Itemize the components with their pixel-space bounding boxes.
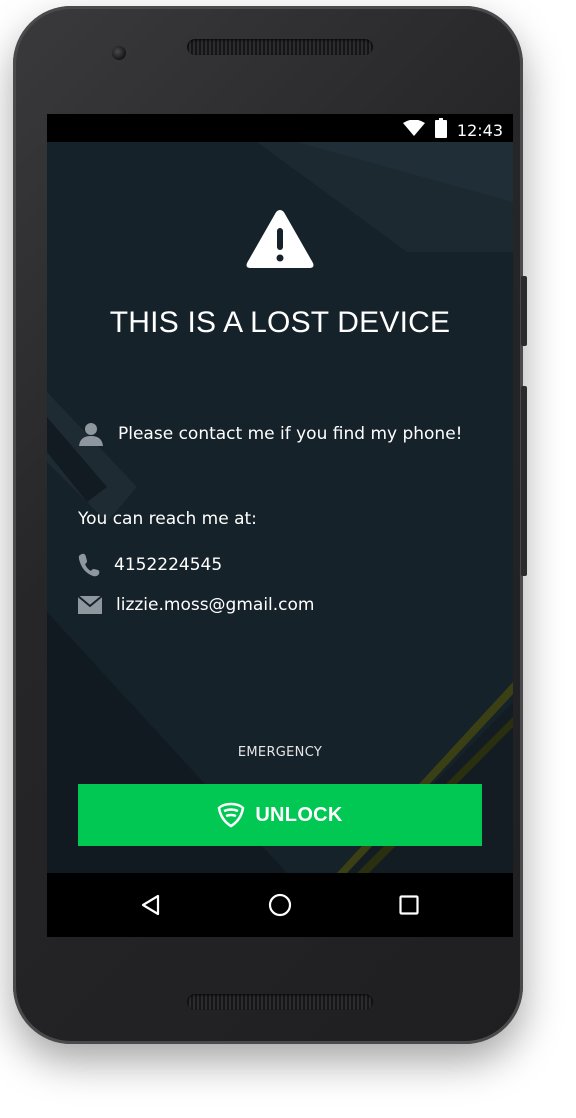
warning-icon <box>245 208 315 274</box>
battery-icon <box>434 118 447 142</box>
shield-icon <box>217 802 245 828</box>
phone-icon <box>78 553 100 577</box>
mail-icon <box>78 596 102 614</box>
unlock-label: UNLOCK <box>255 803 343 826</box>
contact-phone[interactable]: 4152224545 <box>78 553 222 577</box>
top-speaker-grille <box>187 39 373 55</box>
contact-phone-text: 4152224545 <box>114 555 223 575</box>
owner-message: Please contact me if you find my phone! <box>78 422 462 446</box>
wifi-icon <box>402 119 425 140</box>
lost-device-screen: THIS IS A LOST DEVICE Please contact me … <box>47 142 513 873</box>
contact-email[interactable]: lizzie.moss@gmail.com <box>78 595 314 615</box>
page-title: THIS IS A LOST DEVICE <box>109 306 451 339</box>
status-time: 12:43 <box>456 120 503 140</box>
emergency-button[interactable]: EMERGENCY <box>47 745 513 760</box>
status-bar: 12:43 <box>47 114 513 142</box>
bottom-speaker-grille <box>187 994 373 1010</box>
navigation-bar <box>47 873 513 937</box>
volume-button <box>521 386 527 576</box>
power-button <box>521 276 527 346</box>
unlock-button[interactable]: UNLOCK <box>78 784 482 846</box>
home-icon[interactable] <box>264 889 296 921</box>
back-icon[interactable] <box>135 889 167 921</box>
reach-label: You can reach me at: <box>78 509 257 529</box>
front-camera <box>112 46 126 60</box>
contact-email-text: lizzie.moss@gmail.com <box>116 595 315 615</box>
owner-message-text: Please contact me if you find my phone! <box>118 424 463 444</box>
phone-frame: 12:43 THIS IS A LOST DEVICE Please conta… <box>13 6 527 1044</box>
recents-icon[interactable] <box>393 889 425 921</box>
screen: 12:43 THIS IS A LOST DEVICE Please conta… <box>47 114 513 937</box>
person-icon <box>78 422 104 446</box>
